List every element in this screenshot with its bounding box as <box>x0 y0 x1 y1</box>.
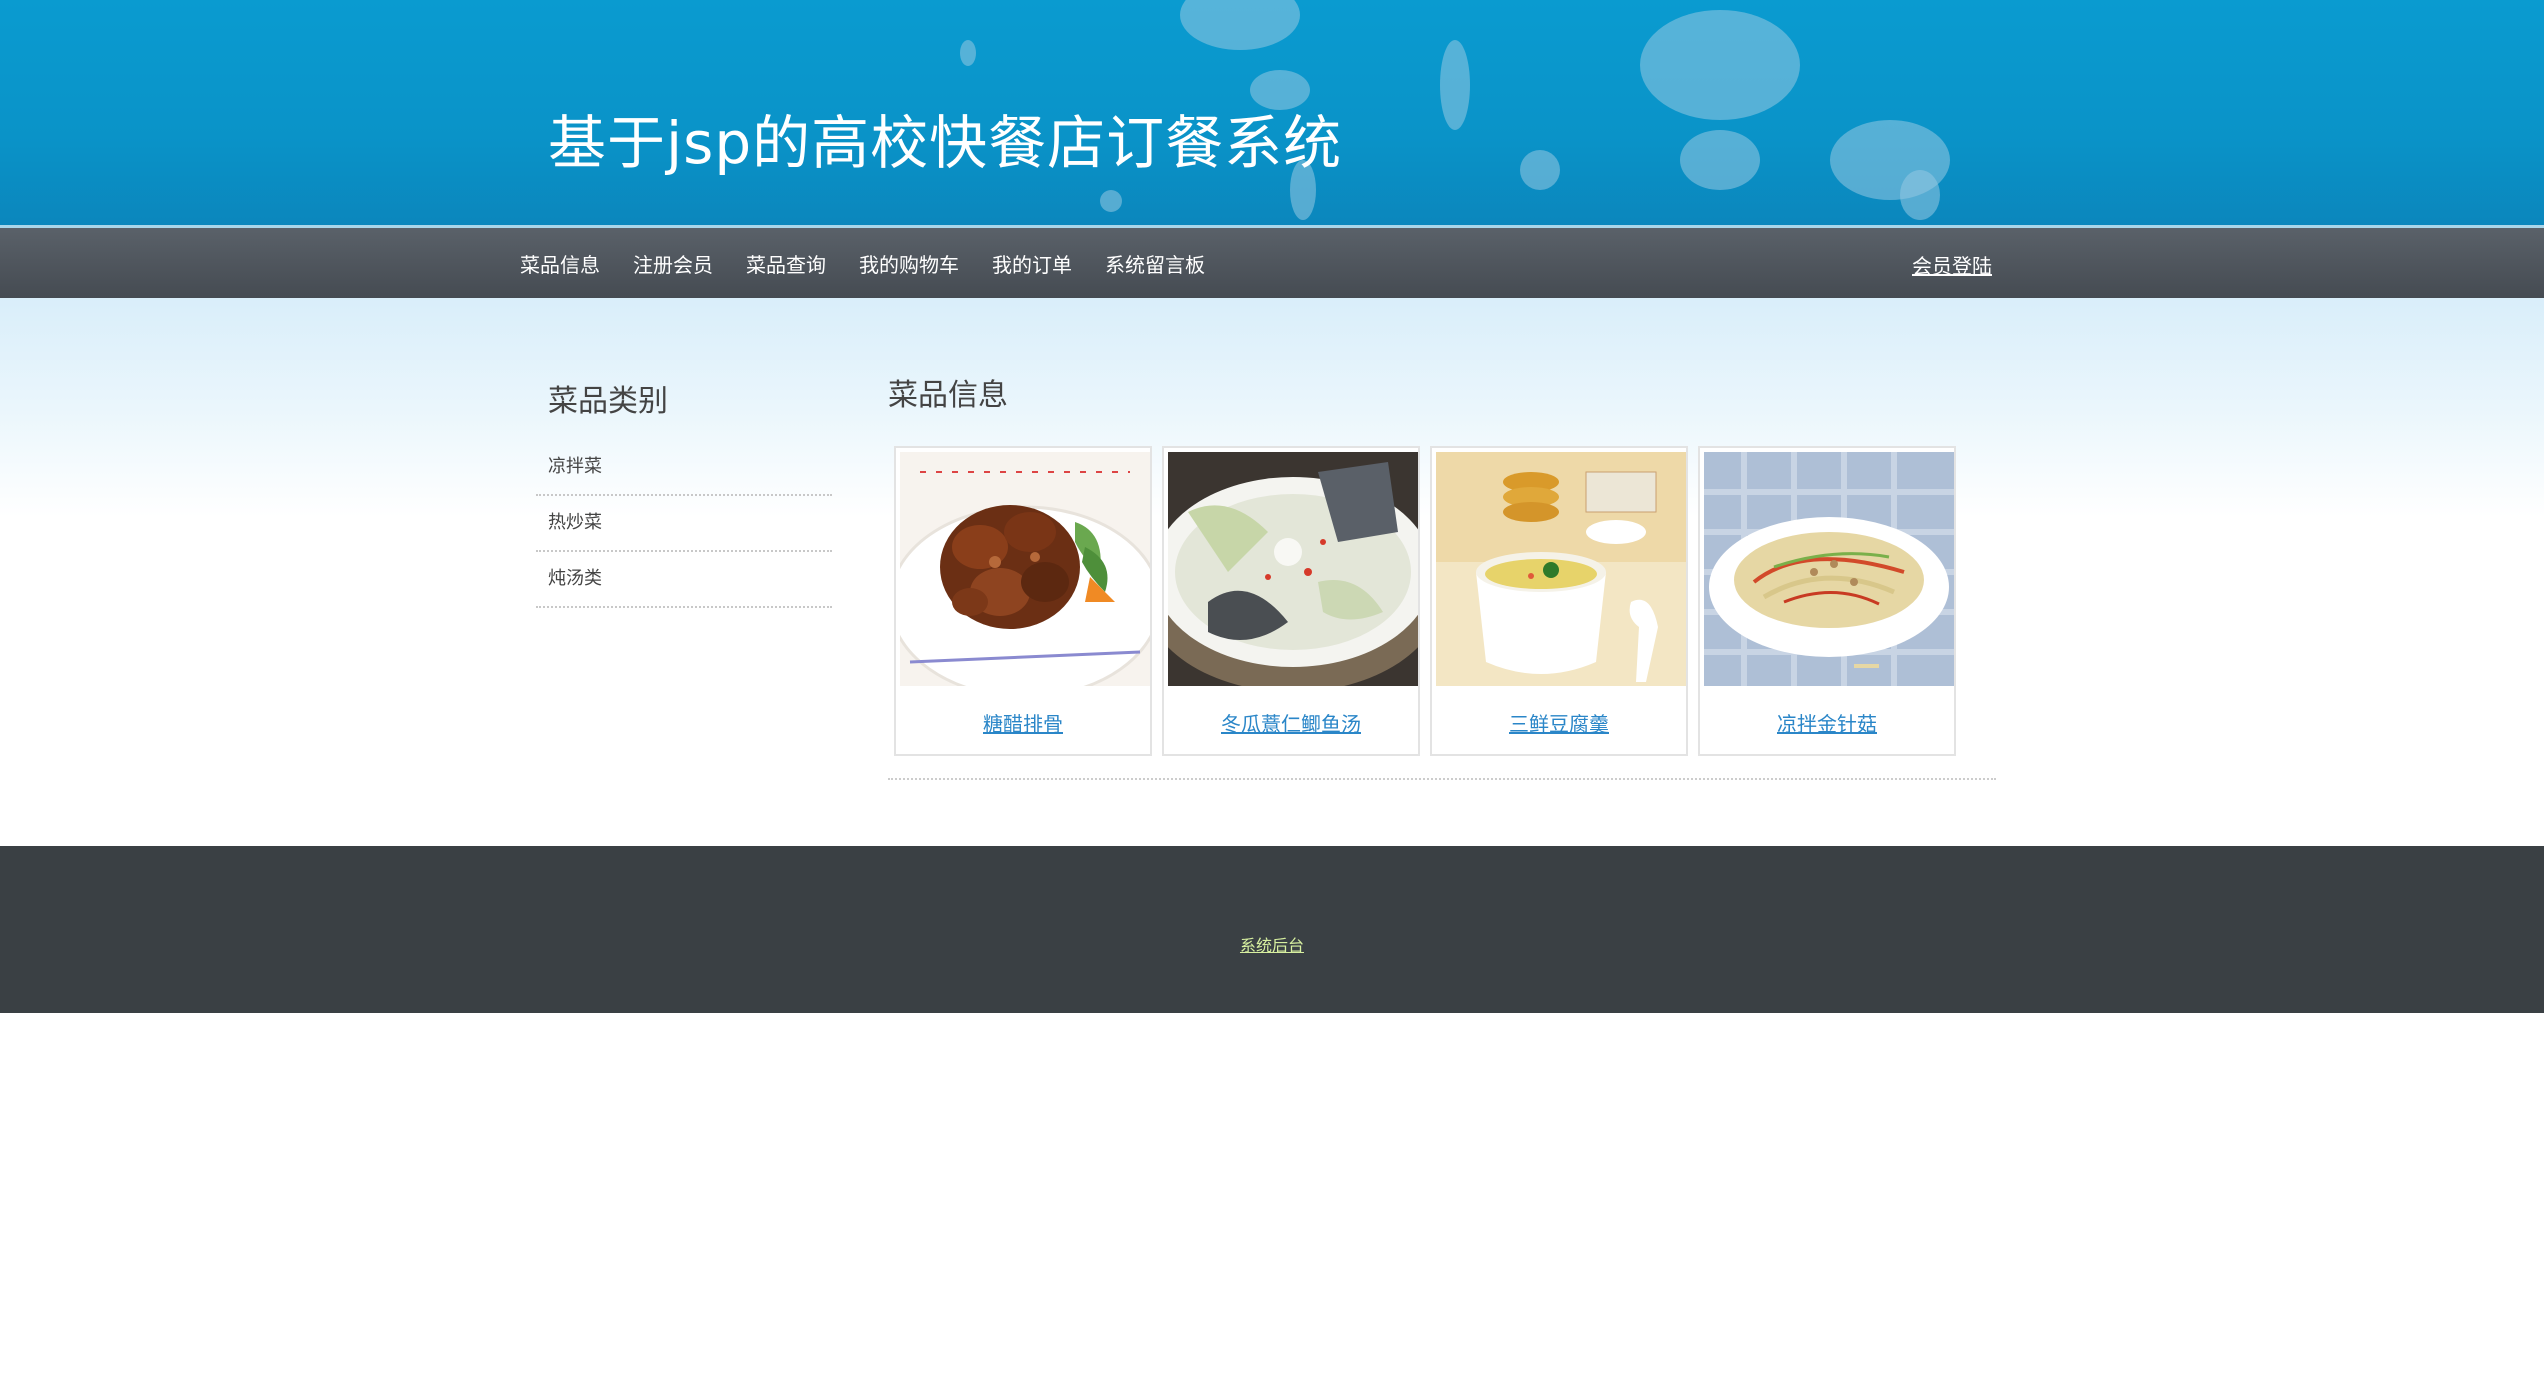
header-decoration <box>1680 130 1760 190</box>
header-decoration <box>1180 0 1300 50</box>
header-decoration <box>1440 40 1470 130</box>
main-nav: 菜品信息 注册会员 菜品查询 我的购物车 我的订单 系统留言板 会员登陆 <box>0 228 2544 298</box>
sidebar-title: 菜品类别 <box>548 384 668 419</box>
category-item-stir-fry[interactable]: 热炒菜 <box>536 496 832 552</box>
dish-name-link[interactable]: 三鲜豆腐羹 <box>1436 708 1682 737</box>
category-item-cold-dishes[interactable]: 凉拌菜 <box>536 440 832 496</box>
nav-item-dish-info[interactable]: 菜品信息 <box>520 249 600 278</box>
dish-grid: 糖醋排骨 冬瓜薏仁鲫鱼汤 三鲜豆腐羹 凉拌金针菇 <box>888 446 1996 780</box>
dish-image[interactable] <box>1168 452 1418 686</box>
header-decoration <box>1640 10 1800 120</box>
dish-name-link[interactable]: 糖醋排骨 <box>900 708 1146 737</box>
category-item-soups[interactable]: 炖汤类 <box>536 552 832 608</box>
dish-photo-enoki-salad <box>1704 452 1954 686</box>
dish-name-link[interactable]: 凉拌金针菇 <box>1704 708 1950 737</box>
content-area: 菜品类别 凉拌菜 热炒菜 炖汤类 菜品信息 糖醋排骨 冬瓜薏仁鲫鱼汤 三鲜豆腐羹… <box>0 298 2544 846</box>
dish-list-section: 菜品信息 糖醋排骨 冬瓜薏仁鲫鱼汤 三鲜豆腐羹 凉拌金针菇 <box>888 370 1996 780</box>
header-decoration <box>1100 190 1122 212</box>
nav-item-message-board[interactable]: 系统留言板 <box>1105 249 1205 278</box>
dish-image[interactable] <box>900 452 1150 686</box>
header-decoration <box>1900 170 1940 220</box>
dish-card[interactable]: 三鲜豆腐羹 <box>1430 446 1688 756</box>
nav-item-cart[interactable]: 我的购物车 <box>859 249 959 278</box>
nav-item-orders[interactable]: 我的订单 <box>992 249 1072 278</box>
header-decoration <box>1520 150 1560 190</box>
member-login-link[interactable]: 会员登陆 <box>1912 250 1992 279</box>
dish-name-link[interactable]: 冬瓜薏仁鲫鱼汤 <box>1168 708 1414 737</box>
admin-backend-link[interactable]: 系统后台 <box>0 932 2544 956</box>
nav-item-register[interactable]: 注册会员 <box>633 249 713 278</box>
header-decoration <box>960 40 976 66</box>
dish-card[interactable]: 冬瓜薏仁鲫鱼汤 <box>1162 446 1420 756</box>
site-header: 基于jsp的高校快餐店订餐系统 <box>0 0 2544 228</box>
dish-photo-ribs <box>900 452 1150 686</box>
category-sidebar: 菜品类别 凉拌菜 热炒菜 炖汤类 <box>536 376 832 608</box>
dish-image[interactable] <box>1704 452 1954 686</box>
site-title: 基于jsp的高校快餐店订餐系统 <box>548 109 1343 177</box>
site-footer: 系统后台 <box>0 846 2544 1013</box>
dish-image[interactable] <box>1436 452 1686 686</box>
section-title: 菜品信息 <box>888 378 1008 413</box>
dish-card[interactable]: 凉拌金针菇 <box>1698 446 1956 756</box>
dish-photo-fish-soup <box>1168 452 1418 686</box>
dish-photo-tofu-soup <box>1436 452 1686 686</box>
dish-card[interactable]: 糖醋排骨 <box>894 446 1152 756</box>
nav-menu: 菜品信息 注册会员 菜品查询 我的购物车 我的订单 系统留言板 <box>520 228 1238 298</box>
nav-item-dish-search[interactable]: 菜品查询 <box>746 249 826 278</box>
